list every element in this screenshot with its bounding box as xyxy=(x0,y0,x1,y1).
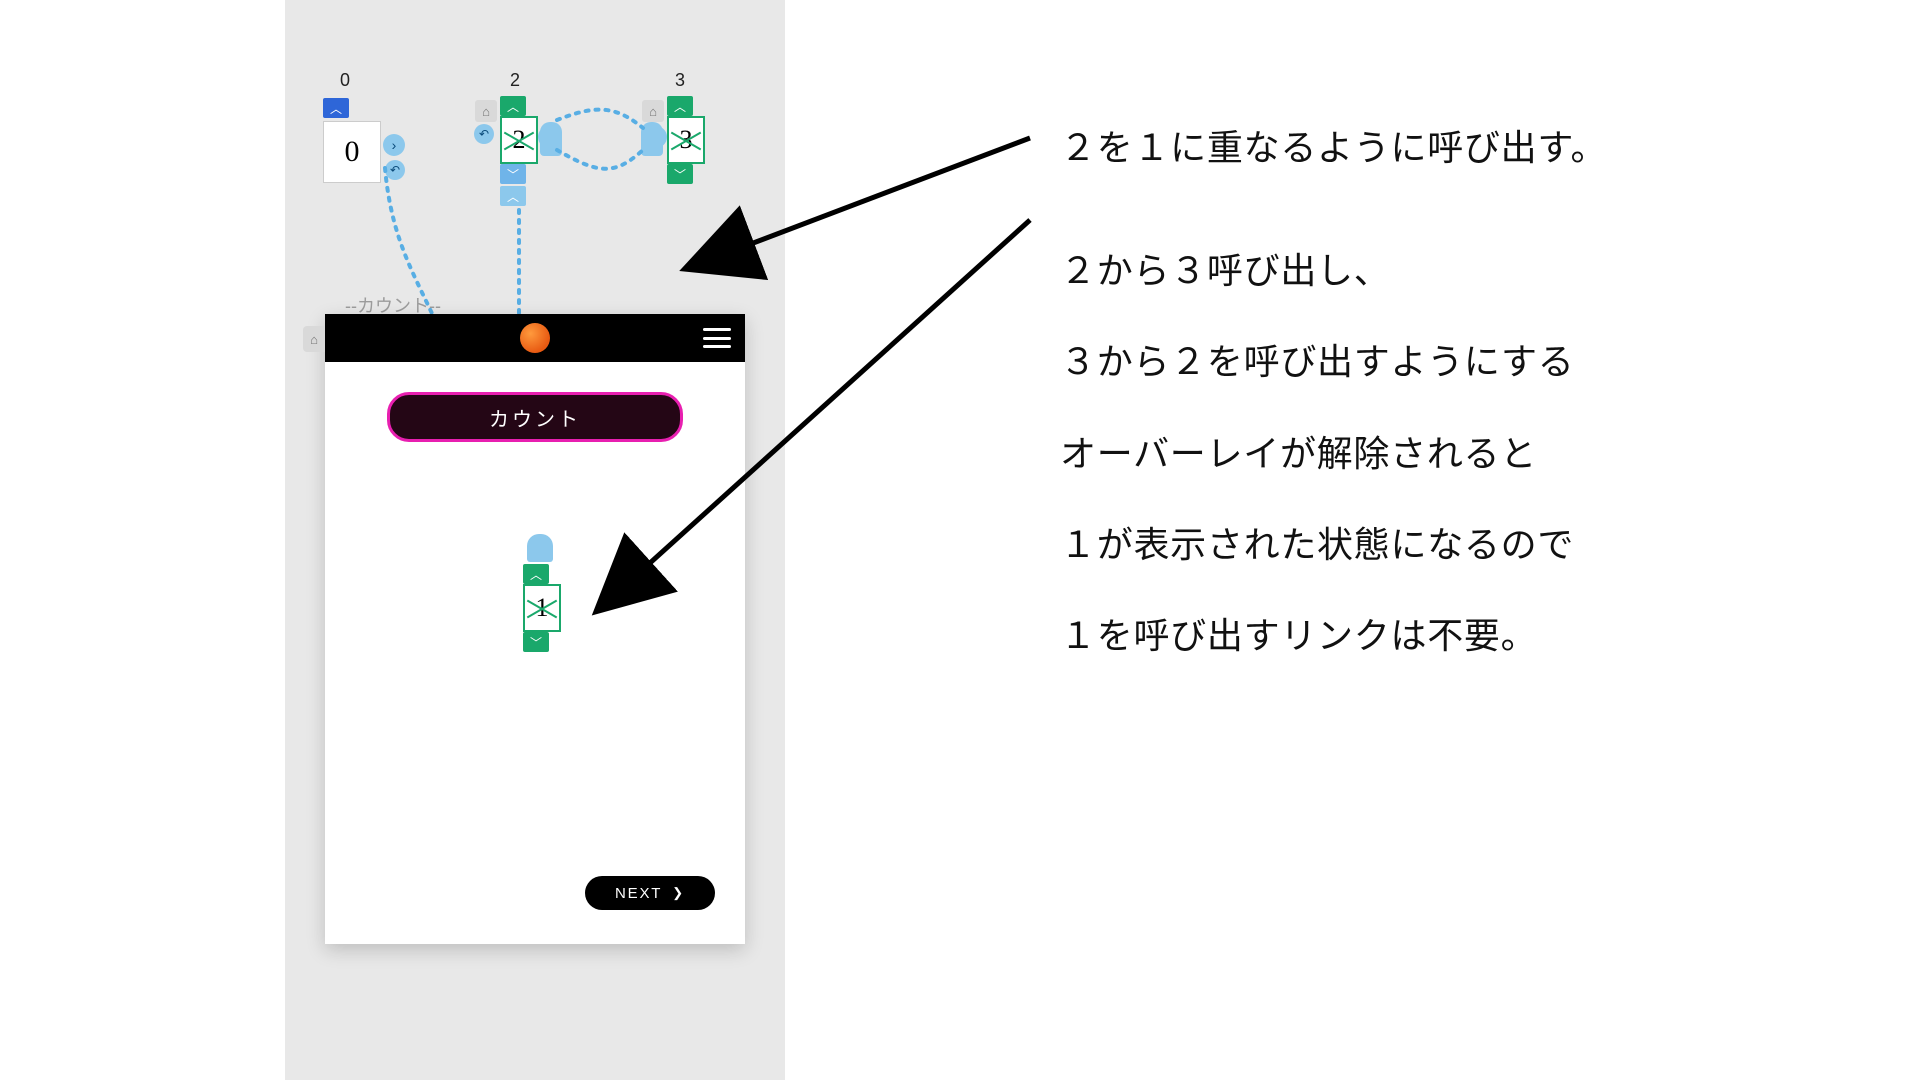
hamburger-icon[interactable] xyxy=(703,328,731,348)
node-3[interactable]: ︿ 3 ‹ ﹀ xyxy=(667,96,701,184)
connector-cap-icon xyxy=(527,534,553,562)
chevron-up-icon[interactable]: ︿ xyxy=(667,96,693,116)
port-out-icon[interactable]: › xyxy=(383,134,405,156)
home-icon[interactable]: ⌂ xyxy=(642,100,664,122)
home-icon[interactable]: ⌂ xyxy=(475,100,497,122)
home-icon[interactable]: ⌂ xyxy=(303,326,325,352)
chevron-up-icon[interactable]: ︿ xyxy=(500,186,526,206)
next-button[interactable]: NEXT ❯ xyxy=(585,876,715,910)
annotation-line: ３から２を呼び出すようにする xyxy=(1060,322,1607,401)
annotation-line: １を呼び出すリンクは不要。 xyxy=(1060,596,1607,675)
chevron-up-icon[interactable]: ︿ xyxy=(523,564,549,584)
chevron-up-icon[interactable]: ︿ xyxy=(323,98,349,118)
chevron-down-icon[interactable]: ﹀ xyxy=(523,632,549,652)
undo-icon[interactable]: ↶ xyxy=(474,124,494,144)
annotation-line: ２から３呼び出し、 xyxy=(1060,231,1607,310)
chevron-right-icon: ❯ xyxy=(672,885,685,901)
connector-cap-icon xyxy=(540,122,562,156)
phone-preview: ⌂ カウント ︿ 1 ﹀ NEXT ❯ xyxy=(325,314,745,944)
column-label-0: 0 xyxy=(340,70,350,91)
next-button-label: NEXT xyxy=(615,885,662,902)
annotation-line: １が表示された状態になるので xyxy=(1060,505,1607,584)
connector-cap-icon xyxy=(641,122,663,156)
node-1-value: 1 xyxy=(523,584,561,632)
count-pill[interactable]: カウント xyxy=(387,392,683,442)
annotation-line: ２を１に重なるように呼び出す。 xyxy=(1060,108,1607,187)
chevron-down-icon[interactable]: ﹀ xyxy=(500,164,526,184)
chevron-down-icon[interactable]: ﹀ xyxy=(667,164,693,184)
app-logo-icon xyxy=(520,323,550,353)
editor-panel: 0 2 3 ︿ 0 › ↶ ⌂ ⌂ ︿ 2 › ﹀ ︿ ↶ ︿ 3 ‹ xyxy=(285,0,785,1080)
node-0-value: 0 xyxy=(323,121,381,183)
annotation-line: オーバーレイが解除されると xyxy=(1060,414,1607,493)
phone-topbar xyxy=(325,314,745,362)
node-2-value: 2 › xyxy=(500,116,538,164)
column-label-2: 2 xyxy=(510,70,520,91)
node-2[interactable]: ︿ 2 › ﹀ ︿ ↶ xyxy=(500,96,534,206)
column-label-3: 3 xyxy=(675,70,685,91)
chevron-up-icon[interactable]: ︿ xyxy=(500,96,526,116)
node-3-value: 3 ‹ xyxy=(667,116,705,164)
node-1[interactable]: ︿ 1 ﹀ xyxy=(523,564,557,652)
annotation-text: ２を１に重なるように呼び出す。 ２から３呼び出し、 ３から２を呼び出すようにする… xyxy=(1060,108,1607,687)
node-0[interactable]: ︿ 0 › ↶ xyxy=(323,98,381,183)
undo-icon[interactable]: ↶ xyxy=(385,160,405,180)
